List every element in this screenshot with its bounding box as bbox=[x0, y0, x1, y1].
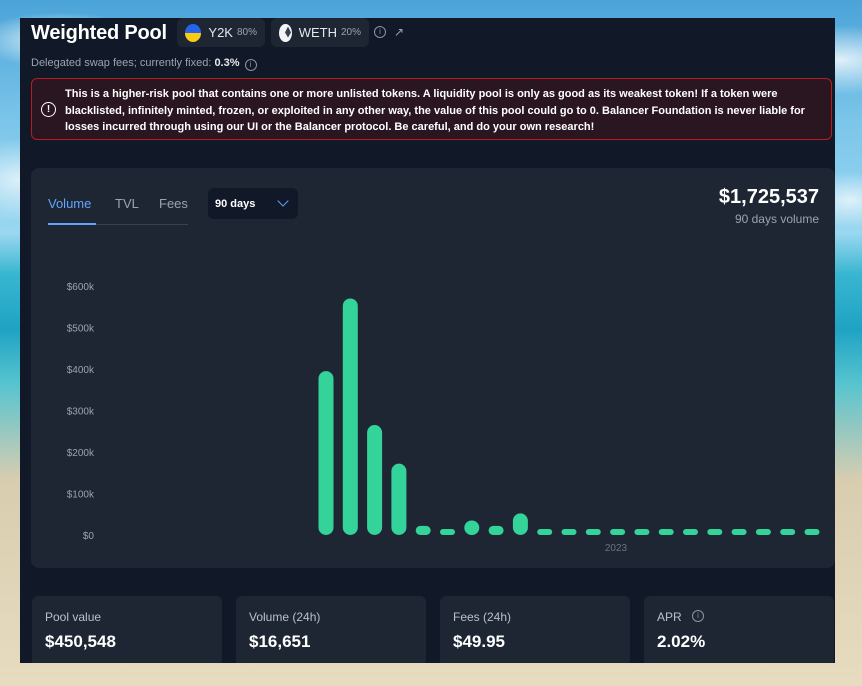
stat-value: $49.95 bbox=[453, 632, 505, 651]
chart-bar[interactable] bbox=[464, 520, 480, 535]
stat-label: APR bbox=[657, 610, 682, 624]
chart-bar[interactable] bbox=[391, 463, 407, 535]
y-tick-label: $500k bbox=[67, 324, 95, 335]
chart-bar[interactable] bbox=[318, 371, 334, 535]
fees-text: Delegated swap fees; currently fixed: bbox=[31, 57, 212, 69]
stat-fees-24h: Fees (24h) $49.95 bbox=[440, 596, 630, 663]
token-weight: 80% bbox=[236, 27, 257, 38]
stat-label: Pool value bbox=[45, 610, 102, 624]
apr-info-icon[interactable]: i bbox=[692, 610, 704, 622]
chart-bar[interactable] bbox=[537, 529, 553, 535]
chart-bar[interactable] bbox=[440, 529, 455, 535]
y2k-token-icon bbox=[185, 23, 202, 42]
chart-bar[interactable] bbox=[658, 529, 674, 535]
alert-icon: ! bbox=[41, 102, 56, 117]
chart-bar[interactable] bbox=[415, 525, 431, 535]
chart-bar[interactable] bbox=[683, 529, 698, 535]
warning-text: This is a higher-risk pool that contains… bbox=[65, 88, 805, 133]
stat-value: 2.02% bbox=[657, 632, 706, 651]
token-weight: 20% bbox=[340, 27, 361, 38]
chart-bar[interactable] bbox=[804, 529, 820, 535]
stat-apr: APR i 2.02% bbox=[644, 596, 834, 663]
y-tick-label: $300k bbox=[67, 407, 95, 418]
token-symbol: WETH bbox=[298, 25, 337, 40]
stat-volume-24h: Volume (24h) $16,651 bbox=[236, 596, 426, 663]
stat-value: $16,651 bbox=[249, 632, 311, 651]
y-tick-label: $100k bbox=[67, 490, 95, 501]
y-tick-label: $400k bbox=[67, 365, 95, 376]
stat-label: Fees (24h) bbox=[453, 610, 512, 624]
chart-bar[interactable] bbox=[342, 298, 358, 535]
weth-token-icon bbox=[279, 23, 292, 42]
stat-label: Volume (24h) bbox=[249, 610, 321, 624]
token-pill-y2k[interactable]: Y2K 80% bbox=[177, 18, 265, 47]
stat-value: $450,548 bbox=[45, 632, 116, 651]
x-tick-label: 2023 bbox=[605, 543, 628, 554]
swap-fees-info: Delegated swap fees; currently fixed: 0.… bbox=[31, 57, 257, 71]
fees-value: 0.3% bbox=[214, 57, 240, 69]
chart-bar[interactable] bbox=[707, 529, 723, 535]
chart-bar[interactable] bbox=[488, 525, 504, 535]
pool-page: Weighted Pool Y2K 80% WETH 20% i ↗ Deleg… bbox=[20, 18, 835, 663]
chart-bar[interactable] bbox=[585, 529, 601, 535]
chart-bar[interactable] bbox=[634, 529, 650, 535]
external-link-icon[interactable]: ↗ bbox=[394, 25, 404, 39]
chart-bar[interactable] bbox=[512, 513, 528, 535]
chart-bar[interactable] bbox=[367, 425, 383, 535]
token-symbol: Y2K bbox=[208, 25, 233, 40]
chart-bar[interactable] bbox=[780, 529, 796, 535]
chart-bar[interactable] bbox=[755, 529, 771, 535]
page-title: Weighted Pool bbox=[31, 22, 167, 44]
high-risk-warning: ! This is a higher-risk pool that contai… bbox=[31, 78, 832, 140]
chart-bar[interactable] bbox=[610, 529, 626, 535]
y-tick-label: $200k bbox=[67, 448, 95, 459]
fees-info-icon[interactable]: i bbox=[244, 59, 257, 71]
stat-pool-value: Pool value $450,548 bbox=[32, 596, 222, 663]
info-icon[interactable]: i bbox=[374, 26, 386, 38]
chart-bar[interactable] bbox=[731, 529, 747, 535]
y-tick-label: $0 bbox=[83, 531, 95, 542]
y-tick-label: $600k bbox=[67, 282, 95, 293]
volume-bar-chart: $0 $100k $200k $300k $400k $500k $600k 2023 bbox=[67, 282, 820, 554]
chart-bar[interactable] bbox=[561, 529, 577, 535]
token-pill-weth[interactable]: WETH 20% bbox=[271, 18, 369, 47]
chart-card: Volume TVL Fees 90 days $1,725,537 90 da… bbox=[31, 168, 835, 568]
